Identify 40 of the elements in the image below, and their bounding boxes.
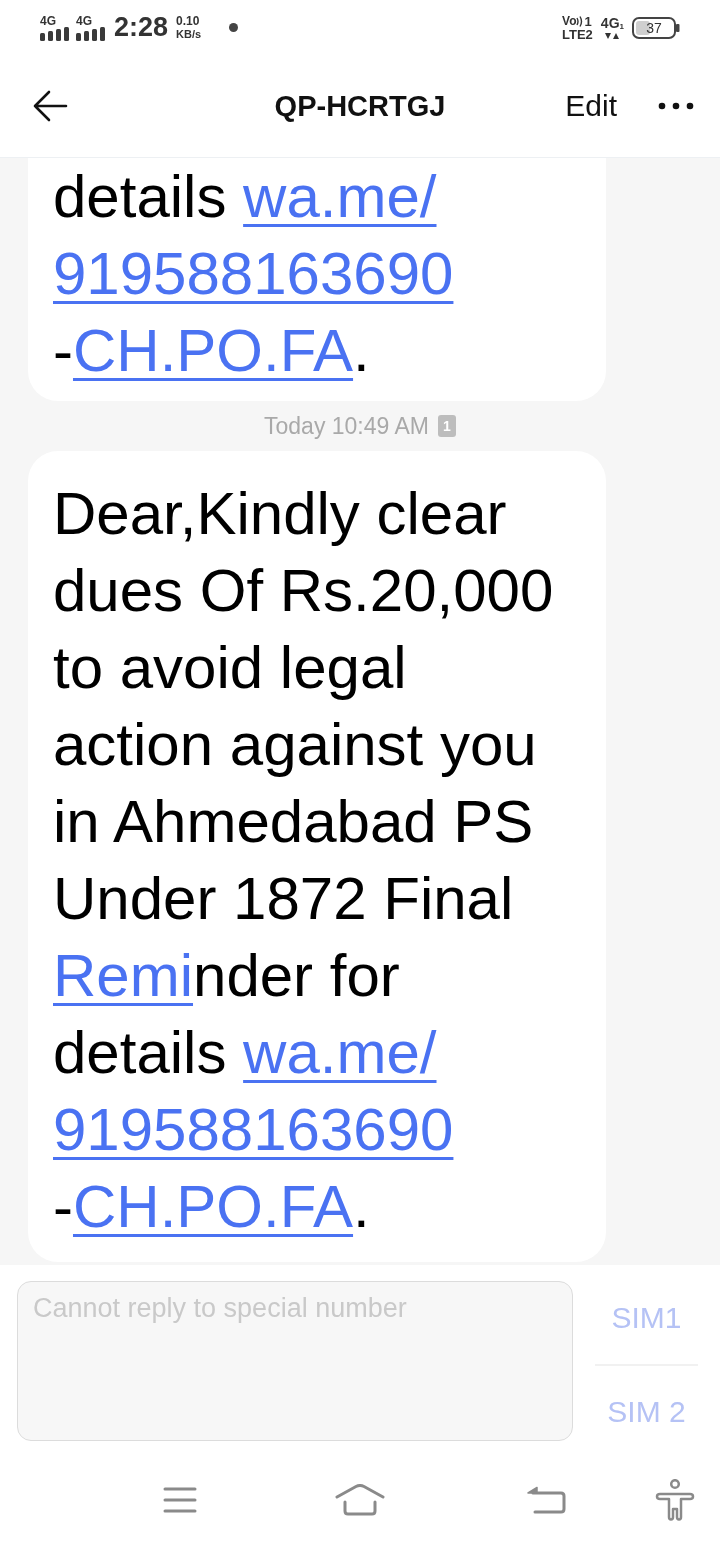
home-button[interactable] <box>335 1483 385 1516</box>
sim-number-label: 1 <box>584 14 592 28</box>
battery-percentage: 37 <box>646 20 662 35</box>
back-nav-button[interactable] <box>527 1485 567 1514</box>
more-icon <box>658 102 694 110</box>
message-text: details wa.me/ 919588163690 -CH.PO.FA. <box>53 162 455 386</box>
message-link[interactable]: 919588163690 <box>53 1096 454 1163</box>
sim-badge: 1 <box>437 415 456 437</box>
notification-dot-icon <box>229 23 239 32</box>
network-type-label: 4G <box>40 14 56 27</box>
message-link[interactable]: wa.me/ <box>243 1019 437 1086</box>
clock-time: 2:28 <box>114 14 169 41</box>
battery-icon <box>632 16 680 39</box>
back-arrow-icon <box>32 90 68 122</box>
data-arrows-icon <box>604 32 619 40</box>
edit-button[interactable]: Edit <box>565 91 617 121</box>
sim-number-label: 1 <box>619 21 624 31</box>
accessibility-icon <box>655 1478 695 1521</box>
network-type-label: 4G <box>76 14 92 27</box>
network-speed-value: 0.10 <box>176 15 200 28</box>
volte-label: Vo <box>562 14 577 28</box>
message-link[interactable]: CH.PO.FA <box>73 317 354 384</box>
accessibility-button[interactable] <box>655 1478 695 1521</box>
signal-icon <box>40 26 70 41</box>
menu-button[interactable] <box>163 1486 197 1513</box>
return-arrow-icon <box>527 1485 567 1514</box>
message-link[interactable]: 919588163690 <box>53 240 454 307</box>
mobile-data-label: 4G <box>600 15 620 31</box>
message-text: Dear,Kindly clear dues Of Rs.20,000 to avoid legal action against you in Ahmedabad PS Under 1872 Final Reminder for details wa.me/ 919588163690 -CH.PO.FA. <box>53 479 555 1242</box>
signal-icon <box>76 26 106 41</box>
home-icon <box>335 1483 385 1516</box>
network-speed-unit: KB/s <box>176 28 202 40</box>
menu-icon <box>163 1486 197 1513</box>
conversation-title: QP-HCRTGJ <box>274 91 446 121</box>
message-link[interactable]: wa.me/ <box>243 163 437 230</box>
message-timestamp: Today 10:49 AM <box>264 414 429 438</box>
call-waves-icon <box>576 15 584 27</box>
message-link[interactable]: Remi <box>53 942 193 1009</box>
volte-network-label: LTE2 <box>562 27 593 41</box>
message-link[interactable]: CH.PO.FA <box>73 1173 354 1240</box>
